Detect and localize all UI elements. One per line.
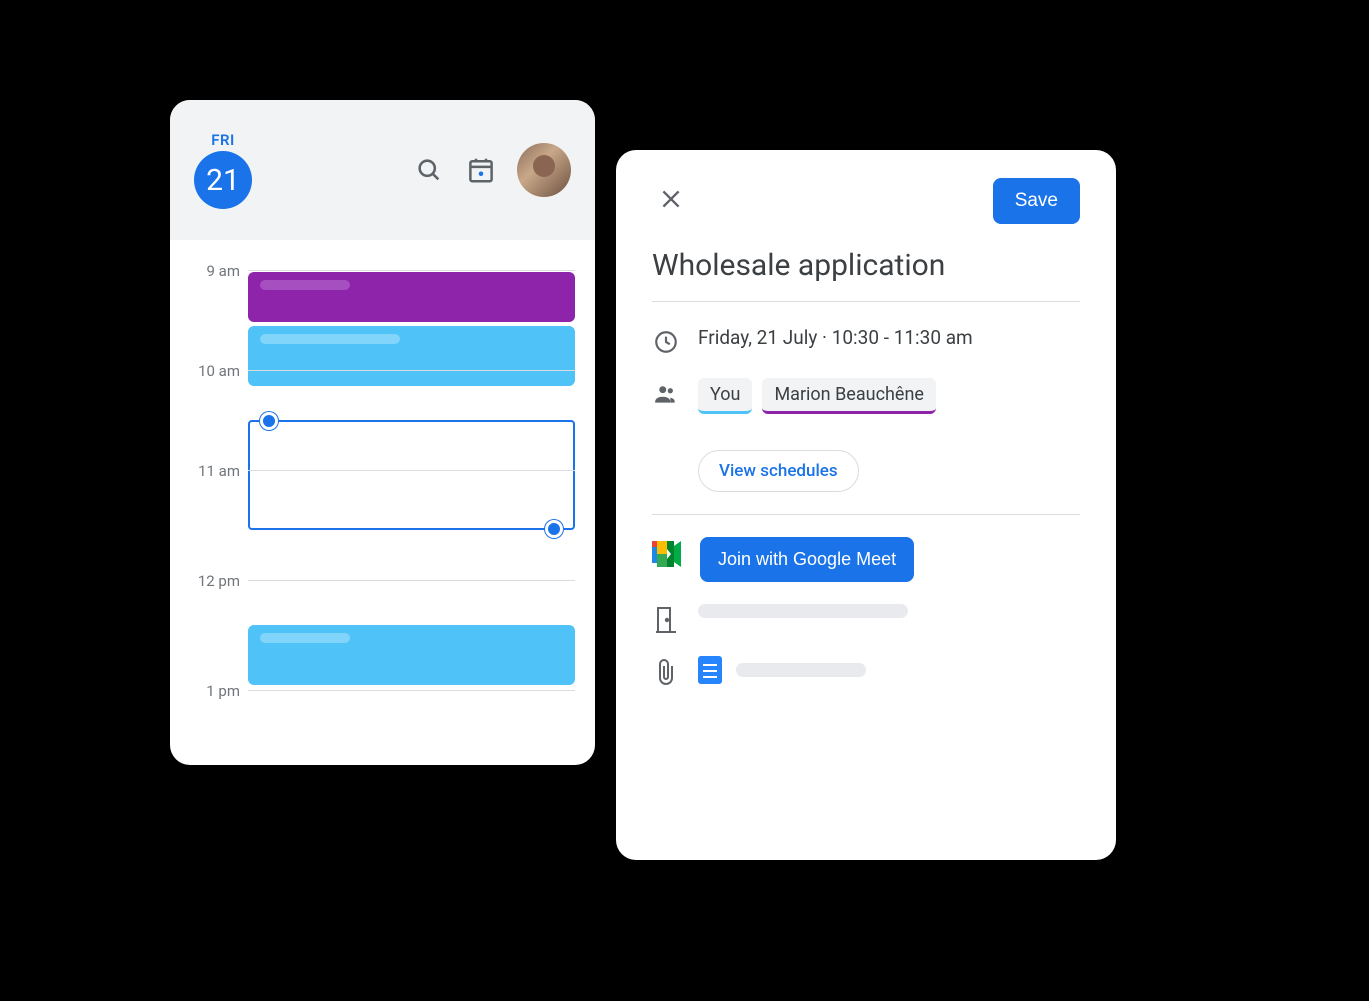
attachment-icon [652,658,680,686]
day-of-week-label: FRI [211,131,235,149]
event-datetime[interactable]: Friday, 21 July · 10:30 - 11:30 am [698,326,973,349]
calendar-event-blue-2[interactable] [248,625,575,685]
save-button[interactable]: Save [993,178,1080,224]
time-label: 1 pm [180,682,240,700]
attachment-placeholder[interactable] [736,663,866,677]
avatar[interactable] [517,143,571,197]
search-icon[interactable] [413,154,445,186]
room-placeholder[interactable] [698,604,908,618]
calendar-timeline[interactable]: 9 am 10 am 11 am 12 pm 1 pm [170,240,595,765]
google-meet-icon [652,541,682,567]
event-edit-panel: Save Wholesale application Friday, 21 Ju… [616,150,1116,860]
people-icon [652,380,680,408]
time-slot-selection[interactable] [248,420,575,530]
attendee-chip-you[interactable]: You [698,378,752,414]
calendar-event-blue[interactable] [248,326,575,386]
event-title-input[interactable]: Wholesale application [652,248,1080,302]
calendar-day-view: FRI 21 9 am 10 am 11 am 12 pm 1 pm [170,100,595,765]
view-schedules-button[interactable]: View schedules [698,450,859,492]
attendee-chip-guest[interactable]: Marion Beauchêne [762,378,936,414]
docs-icon[interactable] [698,656,722,684]
slot-handle-bottom[interactable] [545,520,563,538]
calendar-header: FRI 21 [170,100,595,240]
calendar-today-icon[interactable] [465,154,497,186]
calendar-event-purple[interactable] [248,272,575,322]
time-label: 9 am [180,262,240,280]
divider [652,514,1080,515]
clock-icon [652,328,680,356]
time-label: 11 am [180,462,240,480]
attendee-list: You Marion Beauchêne [698,378,936,414]
close-icon[interactable] [652,180,690,222]
slot-handle-top[interactable] [260,412,278,430]
day-number-badge: 21 [194,151,252,209]
join-google-meet-button[interactable]: Join with Google Meet [700,537,914,582]
room-icon [652,606,680,634]
day-indicator[interactable]: FRI 21 [194,131,252,209]
time-label: 10 am [180,362,240,380]
time-label: 12 pm [180,572,240,590]
